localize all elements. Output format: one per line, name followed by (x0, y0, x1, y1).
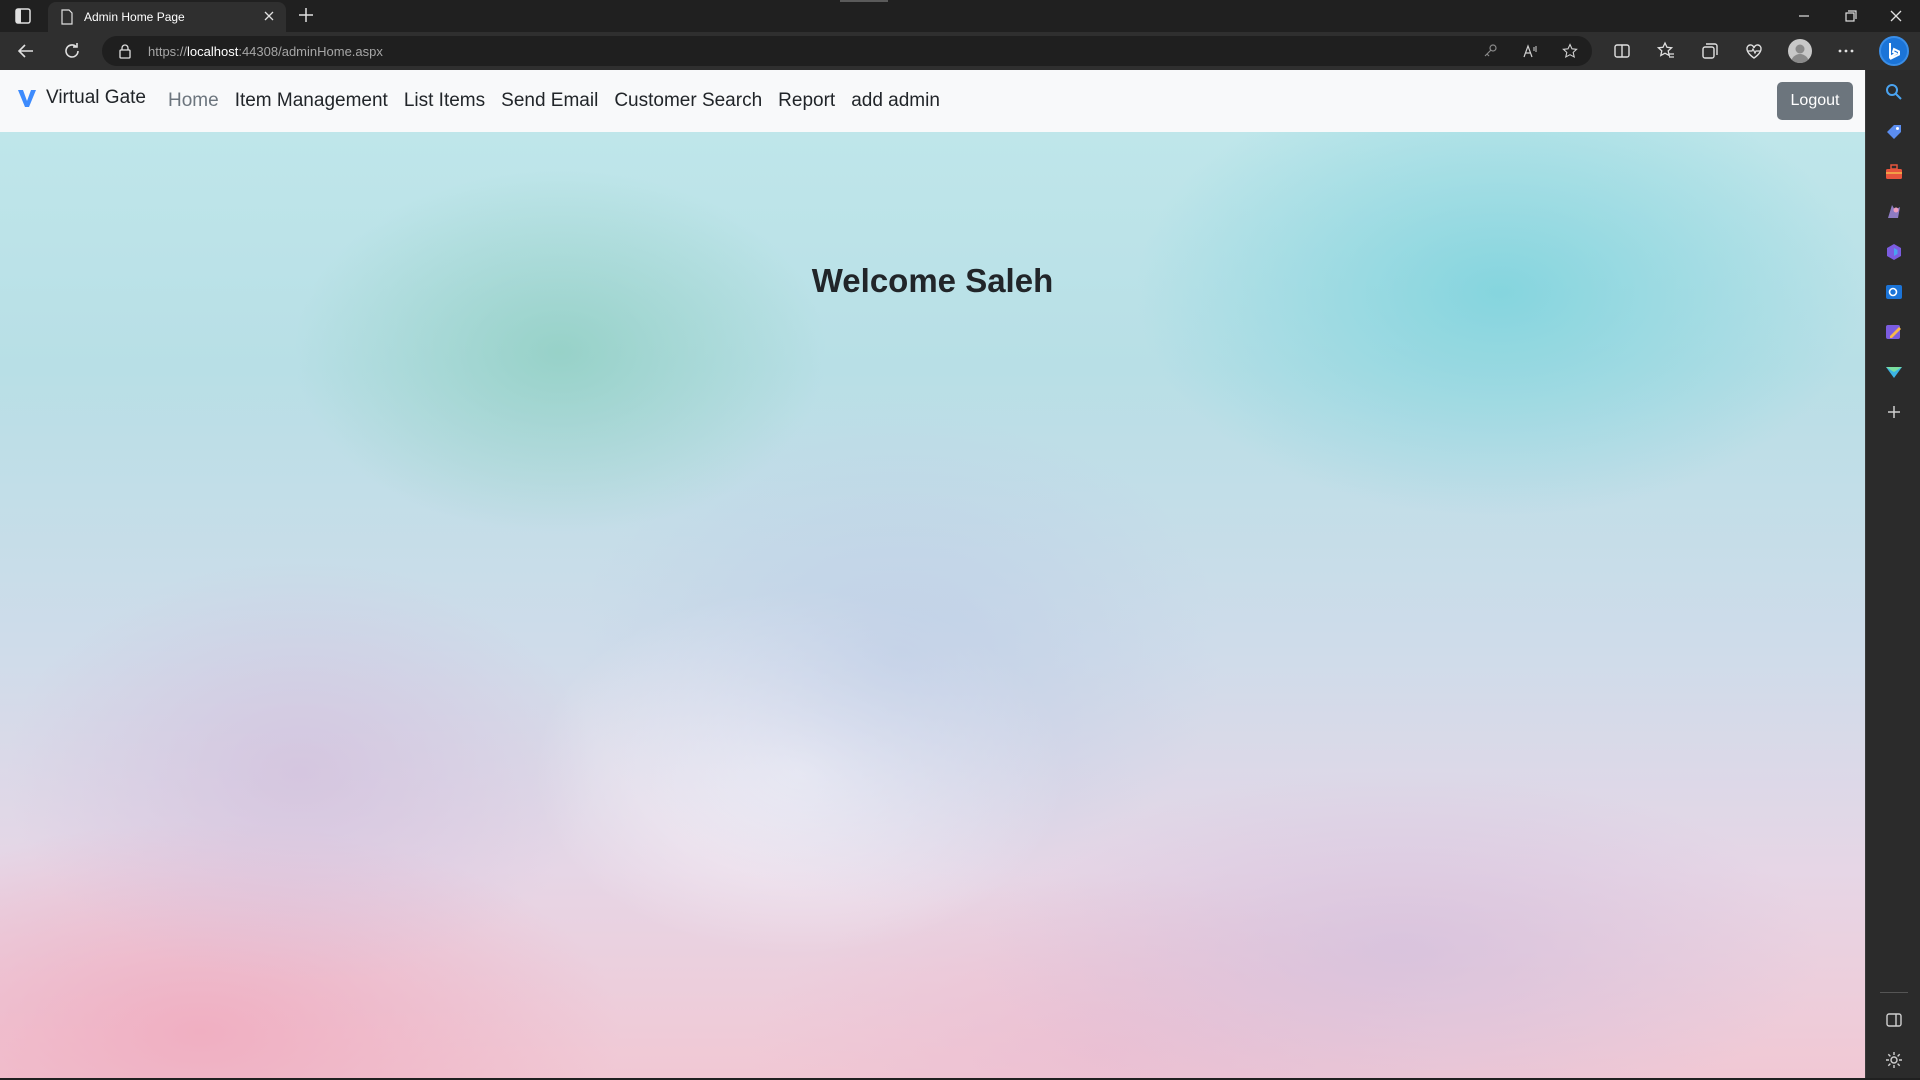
edge-sidebar (1865, 70, 1920, 1078)
sidebar-toggle-icon[interactable] (1884, 1010, 1904, 1030)
page-viewport: Virtual Gate Home Item Management List I… (0, 70, 1865, 1078)
bing-icon (1889, 43, 1900, 60)
favorites-icon[interactable] (1654, 39, 1678, 63)
navbar: Virtual Gate Home Item Management List I… (0, 70, 1865, 132)
page-icon (61, 9, 73, 25)
nav-item-management[interactable]: Item Management (235, 90, 388, 112)
m365-icon[interactable] (1884, 242, 1904, 262)
new-tab-icon[interactable] (296, 5, 316, 25)
browser-toolbar: https://localhost:44308/adminHome.aspx (0, 32, 1920, 70)
nav-add-admin[interactable]: add admin (851, 90, 940, 112)
more-options-icon[interactable] (1834, 39, 1858, 63)
sidebar-divider (1880, 992, 1908, 993)
outlook-icon[interactable] (1884, 282, 1904, 302)
browser-tabstrip: Admin Home Page (0, 0, 1920, 32)
brand-logo-icon (18, 90, 36, 107)
read-aloud-icon[interactable] (1522, 43, 1538, 59)
nav-links: Home Item Management List Items Send Ema… (168, 90, 956, 112)
refresh-icon[interactable] (60, 39, 84, 63)
tab-title: Admin Home Page (84, 10, 185, 24)
designer-icon[interactable] (1884, 322, 1904, 342)
nav-list-items[interactable]: List Items (404, 90, 485, 112)
logout-button[interactable]: Logout (1777, 82, 1853, 120)
settings-icon[interactable] (1884, 1050, 1904, 1070)
profile-icon (1791, 44, 1809, 63)
send-icon[interactable] (1884, 362, 1904, 382)
hero-background: Welcome Saleh (0, 132, 1865, 1078)
profile-avatar[interactable] (1788, 39, 1812, 63)
restore-icon[interactable] (1840, 6, 1862, 26)
toolbox-icon[interactable] (1884, 162, 1904, 182)
nav-customer-search[interactable]: Customer Search (614, 90, 762, 112)
browser-tab[interactable]: Admin Home Page (48, 2, 286, 32)
nav-send-email[interactable]: Send Email (501, 90, 598, 112)
favorite-star-icon[interactable] (1562, 43, 1578, 59)
url-text: https://localhost:44308/adminHome.aspx (148, 44, 383, 59)
close-window-icon[interactable] (1885, 6, 1907, 26)
tag-icon[interactable] (1884, 122, 1904, 142)
nav-report[interactable]: Report (778, 90, 835, 112)
browser-essentials-icon[interactable] (1742, 39, 1766, 63)
back-icon[interactable] (14, 39, 38, 63)
split-screen-icon[interactable] (1610, 39, 1634, 63)
collections-icon[interactable] (1698, 39, 1722, 63)
close-tab-icon[interactable] (262, 9, 276, 23)
games-icon[interactable] (1884, 202, 1904, 222)
brand-name: Virtual Gate (46, 87, 146, 108)
tab-actions-icon[interactable] (12, 6, 34, 26)
search-icon[interactable] (1884, 82, 1904, 102)
key-icon[interactable] (1482, 43, 1498, 59)
drag-indicator (840, 0, 888, 2)
welcome-heading: Welcome Saleh (811, 262, 1054, 299)
brand[interactable]: Virtual Gate (16, 87, 146, 109)
add-icon[interactable] (1884, 402, 1904, 422)
copilot-button[interactable] (1879, 36, 1909, 66)
minimize-icon[interactable] (1793, 6, 1815, 26)
address-bar[interactable]: https://localhost:44308/adminHome.aspx (102, 36, 1592, 66)
lock-icon[interactable] (118, 43, 132, 59)
nav-home[interactable]: Home (168, 90, 219, 112)
